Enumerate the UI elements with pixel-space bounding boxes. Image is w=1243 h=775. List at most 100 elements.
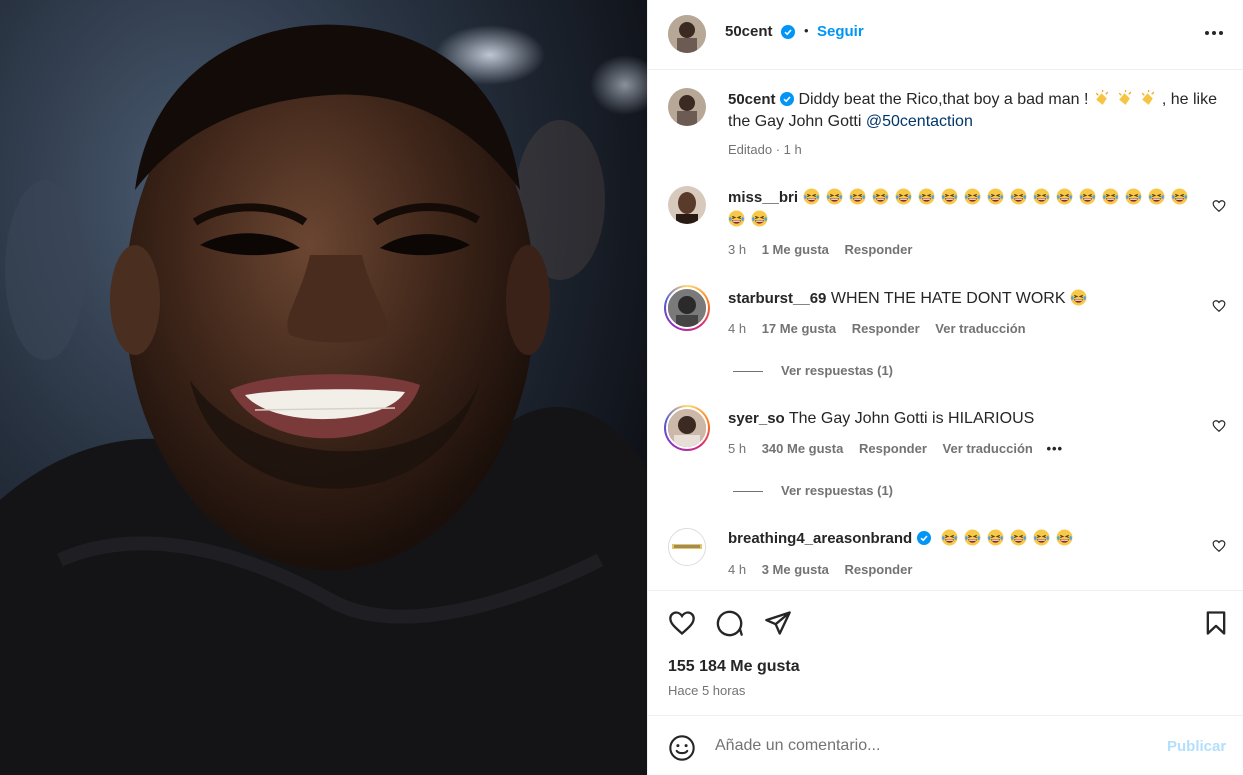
comment-like-heart-icon[interactable] (1212, 299, 1226, 313)
comment-meta: 3 h 1 Me gusta Responder (728, 242, 912, 257)
comment-icon[interactable] (716, 609, 744, 637)
author-avatar[interactable] (668, 88, 706, 126)
share-icon[interactable] (764, 609, 792, 637)
comment-like-heart-icon[interactable] (1212, 419, 1226, 433)
verified-badge-icon (916, 531, 931, 545)
commenter-avatar[interactable] (668, 186, 706, 224)
comment-username[interactable]: starburst__69 (728, 290, 826, 307)
comment-like-heart-icon[interactable] (1212, 539, 1226, 553)
save-icon[interactable] (1202, 609, 1230, 637)
comment-time: 5 h (728, 441, 747, 456)
commenter-avatar[interactable] (664, 405, 710, 451)
laughing-emoji (1033, 188, 1049, 205)
laughing-emoji (826, 188, 842, 205)
comment-body: syer_so The Gay John Gotti is HILARIOUS (728, 408, 1208, 430)
laughing-emoji (941, 188, 957, 205)
comment-body: breathing4_areasonbrand (728, 528, 1208, 550)
verified-badge-icon (779, 92, 794, 106)
comment-username[interactable]: syer_so (728, 410, 785, 427)
comment-translate-button[interactable]: Ver traducción (935, 321, 1025, 336)
laughing-emoji (1056, 188, 1072, 205)
laughing-emoji (1056, 529, 1073, 546)
caption-username[interactable]: 50cent (728, 91, 776, 108)
laughing-emoji (849, 188, 865, 205)
likes-count[interactable]: 155 184 Me gusta (668, 658, 800, 676)
laughing-emoji (1079, 188, 1095, 205)
comment-time: 4 h (728, 562, 747, 577)
comment-text: WHEN THE HATE DONT WORK (830, 290, 1066, 307)
laughing-emoji (941, 529, 958, 546)
laughing-emoji (895, 188, 911, 205)
laughing-emoji (872, 188, 888, 205)
view-replies-button[interactable]: Ver respuestas (1) (781, 483, 893, 498)
comment-reply-button[interactable]: Responder (845, 242, 913, 257)
comment-meta: 4 h 17 Me gusta Responder Ver traducción (728, 321, 1026, 336)
comment-emojis (1070, 289, 1093, 307)
comment-reply-button[interactable]: Responder (852, 321, 920, 336)
comment-likes[interactable]: 17 Me gusta (762, 321, 836, 336)
replies-divider (733, 371, 763, 372)
laughing-emoji (751, 210, 768, 227)
laughing-emoji (987, 188, 1003, 205)
laughing-emoji (964, 529, 981, 546)
laughing-emoji (1070, 289, 1087, 306)
comment-emojis (941, 529, 1079, 547)
verified-badge-icon (781, 25, 795, 39)
follow-button[interactable]: Seguir (817, 23, 864, 40)
caption-meta: Editado · 1 h (728, 142, 802, 157)
more-options-icon[interactable] (1204, 30, 1224, 36)
laughing-emoji (1102, 188, 1118, 205)
laughing-emoji (1125, 188, 1141, 205)
caption-mention-link[interactable]: @50centaction (866, 113, 973, 130)
comment-body: starburst__69 WHEN THE HATE DONT WORK (728, 288, 1208, 310)
post-time: Hace 5 horas (668, 683, 746, 698)
laughing-emoji (728, 210, 745, 227)
view-replies-button[interactable]: Ver respuestas (1) (781, 363, 893, 378)
comment-time: 4 h (728, 321, 747, 336)
post-header: 50cent • Seguir (648, 0, 1243, 70)
laughing-emoji (1033, 529, 1050, 546)
comment-likes[interactable]: 3 Me gusta (762, 562, 829, 577)
author-avatar[interactable] (668, 15, 706, 53)
comment-reply-button[interactable]: Responder (845, 562, 913, 577)
laughing-emoji (1148, 188, 1164, 205)
comment-composer: Publicar (648, 715, 1243, 775)
comment-username[interactable]: miss__bri (728, 189, 798, 206)
laughing-emoji (803, 188, 819, 205)
replies-divider (733, 491, 763, 492)
post-actions: 155 184 Me gusta Hace 5 horas (648, 590, 1243, 715)
laughing-emoji (987, 529, 1004, 546)
commenter-avatar[interactable] (668, 528, 706, 566)
author-username[interactable]: 50cent (725, 23, 773, 40)
comment-time: 3 h (728, 242, 747, 257)
comment-emojis (728, 188, 1194, 228)
comment-text: The Gay John Gotti is HILARIOUS (788, 410, 1035, 427)
comment-reply-button[interactable]: Responder (859, 441, 927, 456)
comment-translate-button[interactable]: Ver traducción (943, 441, 1033, 456)
laughing-emoji (1010, 188, 1026, 205)
post-image[interactable] (0, 0, 647, 775)
comment-input[interactable] (715, 734, 1135, 758)
comment-more-options-icon[interactable]: ••• (1046, 441, 1063, 456)
comment-meta: 4 h 3 Me gusta Responder (728, 562, 912, 577)
publish-button[interactable]: Publicar (1167, 738, 1226, 755)
post-details-panel: 50cent • Seguir 50cent Diddy beat the Ri… (647, 0, 1243, 775)
separator-dot: • (804, 23, 809, 38)
laughing-emoji (1010, 529, 1027, 546)
heart-icon[interactable] (668, 609, 696, 637)
clapping-hands-emoji (1141, 90, 1155, 105)
clapping-hands-emoji (1095, 90, 1109, 105)
comment-username[interactable]: breathing4_areasonbrand (728, 530, 912, 547)
laughing-emoji (918, 188, 934, 205)
comment-likes[interactable]: 340 Me gusta (762, 441, 844, 456)
commenter-avatar[interactable] (664, 285, 710, 331)
comment-like-heart-icon[interactable] (1212, 199, 1226, 213)
clapping-hands-emoji (1118, 90, 1132, 105)
portrait-illustration (0, 24, 647, 775)
caption-body: Diddy beat the Rico,that boy a bad man ! (798, 91, 1089, 108)
laughing-emoji (964, 188, 980, 205)
comment-likes[interactable]: 1 Me gusta (762, 242, 829, 257)
comment-meta: 5 h 340 Me gusta Responder Ver traducció… (728, 441, 1063, 456)
emoji-icon[interactable] (668, 734, 696, 762)
comment-body: miss__bri (728, 187, 1208, 231)
